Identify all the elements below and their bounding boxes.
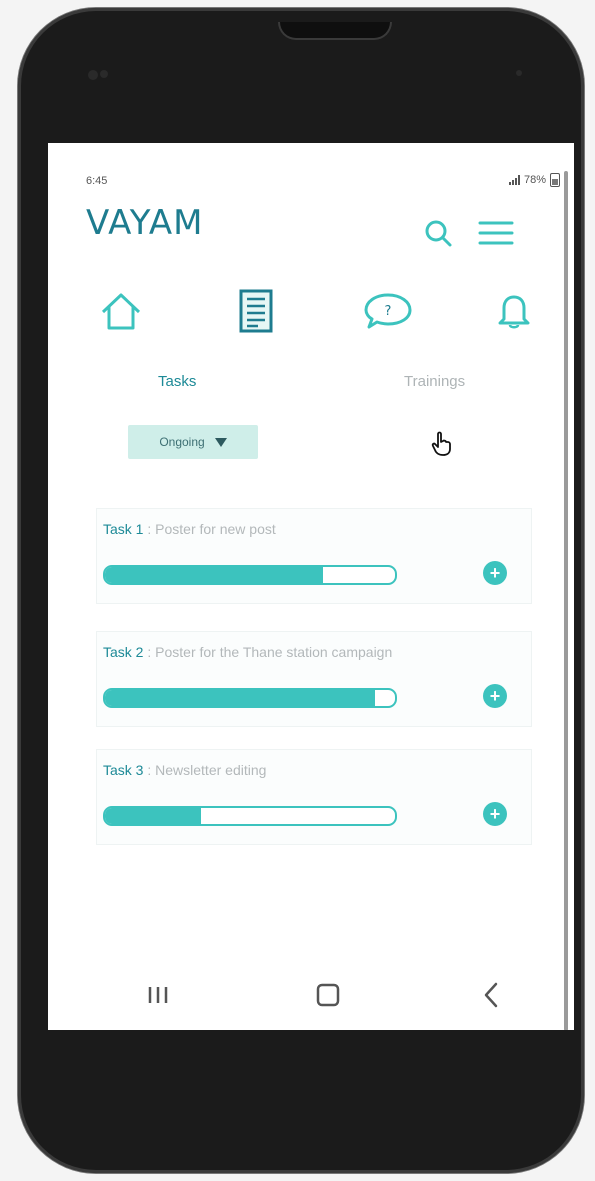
hand-cursor-icon: [430, 431, 454, 462]
task-card[interactable]: Task 1 : Poster for new post +: [96, 508, 532, 604]
task-progress-fill: [105, 690, 375, 706]
tab-trainings[interactable]: Trainings: [404, 373, 465, 390]
task-title: Task 3 : Newsletter editing: [103, 762, 266, 778]
task-progress-fill: [105, 567, 323, 583]
task-separator: :: [143, 762, 156, 778]
tasks-list-icon: [239, 289, 273, 333]
nav-chat[interactable]: ?: [360, 283, 416, 339]
task-separator: :: [143, 644, 156, 660]
menu-button[interactable]: [476, 213, 516, 253]
tab-tasks[interactable]: Tasks: [158, 373, 196, 390]
sensor: [100, 70, 108, 78]
nav-tasks[interactable]: [228, 283, 284, 339]
battery-percent: 78%: [523, 174, 546, 186]
task-separator: :: [143, 521, 156, 537]
front-camera: [88, 70, 98, 80]
task-number: Task 1: [103, 521, 144, 537]
task-name: Poster for the Thane station campaign: [155, 644, 393, 660]
bell-icon: [498, 295, 530, 329]
task-progress-bar: [103, 806, 397, 826]
task-title: Task 2 : Poster for the Thane station ca…: [103, 644, 392, 660]
plus-icon: +: [489, 686, 501, 706]
status-filter-dropdown[interactable]: Ongoing: [128, 425, 258, 459]
task-number: Task 2: [103, 644, 144, 660]
phone-frame: 6:45 78% VAYAM ? Tasks Trainings Ongoing…: [18, 8, 584, 1173]
status-time: 6:45: [86, 175, 108, 187]
status-bar: 6:45 78%: [48, 143, 574, 191]
menu-icon: [478, 221, 514, 245]
task-card[interactable]: Task 2 : Poster for the Thane station ca…: [96, 631, 532, 727]
task-name: Poster for new post: [155, 521, 276, 537]
home-icon: [101, 293, 141, 330]
task-number: Task 3: [103, 762, 144, 778]
app-logo: VAYAM: [86, 203, 204, 243]
task-title: Task 1 : Poster for new post: [103, 521, 276, 537]
nav-home[interactable]: [93, 283, 149, 339]
task-add-button[interactable]: +: [483, 561, 507, 585]
svg-text:?: ?: [385, 304, 392, 319]
search-icon: [425, 220, 452, 247]
caret-down-icon: [214, 437, 227, 447]
task-progress-bar: [103, 565, 397, 585]
task-name: Newsletter editing: [155, 762, 267, 778]
app-screen: 6:45 78% VAYAM ? Tasks Trainings Ongoing…: [48, 143, 574, 1030]
task-card[interactable]: Task 3 : Newsletter editing +: [96, 749, 532, 845]
home-button-icon: [316, 983, 340, 1007]
back-button[interactable]: [466, 975, 516, 1015]
nav-notifications[interactable]: [486, 283, 542, 339]
back-icon: [484, 982, 498, 1008]
task-progress-bar: [103, 688, 397, 708]
chat-help-icon: ?: [364, 293, 412, 329]
task-add-button[interactable]: +: [483, 802, 507, 826]
search-button[interactable]: [418, 213, 458, 253]
task-progress-fill: [105, 808, 201, 824]
battery-icon: [550, 173, 560, 187]
proximity-sensor: [516, 70, 522, 76]
recents-button[interactable]: [133, 975, 183, 1015]
scrollbar[interactable]: [564, 171, 568, 1030]
plus-icon: +: [489, 563, 501, 583]
recents-icon: [148, 987, 168, 1003]
status-indicators: 78%: [508, 173, 560, 187]
phone-speaker: [278, 22, 392, 40]
home-button[interactable]: [303, 975, 353, 1015]
task-add-button[interactable]: +: [483, 684, 507, 708]
status-filter-value: Ongoing: [159, 435, 205, 449]
plus-icon: +: [489, 804, 501, 824]
signal-icon: [508, 175, 520, 185]
